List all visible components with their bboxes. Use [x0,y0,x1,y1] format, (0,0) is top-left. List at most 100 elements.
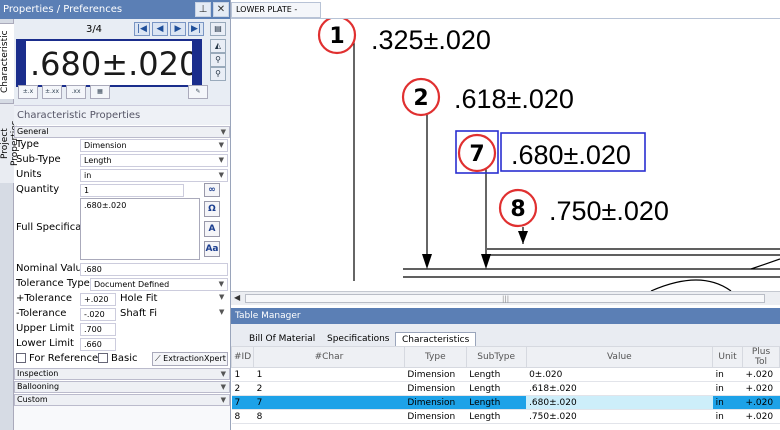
shaft-fit-label: Shaft Fi [120,308,158,319]
characteristic-display: .680±.020 [16,39,202,87]
nominal-label: Nominal Valu [16,263,82,274]
last-icon[interactable]: ▶| [188,22,204,36]
subtype-select[interactable]: Length ▼ [80,154,228,167]
cell-id: 7 [231,395,254,410]
quantity-field[interactable]: 1 [80,184,184,197]
section-custom[interactable]: Custom ▼ [14,394,230,406]
column-header-char[interactable]: #Char [253,346,405,368]
chevron-down-icon[interactable]: ▼ [219,293,224,301]
section-inspection[interactable]: Inspection ▼ [14,368,230,380]
cell-unit: in [712,409,743,424]
basic-label: Basic [111,353,138,364]
upper-limit-row: Upper Limit .700 [14,323,230,337]
close-icon[interactable]: ✕ [213,2,229,17]
balloon-7-number: 7 [469,142,484,167]
table-row-selected[interactable]: 7 7 Dimension Length .680±.020 in +.020 [231,395,780,410]
first-icon[interactable]: |◀ [134,22,150,36]
balloon-1[interactable]: 1 [317,19,357,55]
cell-unit: in [712,367,743,382]
upper-limit-field[interactable]: .700 [80,323,116,336]
column-header-plus-tol[interactable]: Plus Tol [742,346,780,368]
plus-tolerance-field[interactable]: +.020 [80,293,116,306]
table-row[interactable]: 8 8 Dimension Length .750±.020 in +.020 [231,409,780,424]
cell-unit: in [712,381,743,396]
cell-id: 2 [231,381,254,396]
minus-tolerance-label: -Tolerance [16,308,67,319]
plus-tolerance-row: +Tolerance +.020 Hole Fit ▼ [14,293,230,307]
horizontal-scrollbar[interactable]: ◀ ||| [231,291,780,305]
characteristic-navigator: 3/4 |◀ ◀ ▶ ▶| .680±.020 ▤ ◭ ⚲ ⚲ ±.x ±.xx… [14,19,230,105]
format-icon-3[interactable]: .xx [66,85,86,99]
units-select[interactable]: in ▼ [80,169,228,182]
balloon-8-number: 8 [510,197,525,222]
section-ballooning[interactable]: Ballooning ▼ [14,381,230,393]
plus-tolerance-label: +Tolerance [16,293,73,304]
units-value: in [84,171,92,180]
basic-checkbox[interactable]: Basic [98,353,137,364]
balloon-7[interactable]: 7 [457,133,497,173]
tab-characteristic[interactable]: Characteristic [0,23,14,99]
font-icon[interactable]: Aa [204,241,220,257]
chevron-down-icon[interactable]: ▼ [219,308,224,316]
tab-specifications[interactable]: Specifications [321,332,395,346]
document-tab[interactable]: LOWER PLATE - A2.PDF [231,2,321,28]
edit-icon[interactable]: ✎ [188,85,208,99]
column-header-unit[interactable]: Unit [712,346,744,368]
minus-tolerance-field[interactable]: -.020 [80,308,116,321]
column-header-type[interactable]: Type [403,346,467,368]
omega-icon[interactable]: Ω [204,201,220,217]
table-row[interactable]: 1 1 Dimension Length 0±.020 in +.020 [231,367,780,382]
cell-subtype: Length [466,381,527,396]
link-icon[interactable]: ∞ [204,183,220,197]
full-spec-textarea[interactable]: .680±.020 [80,198,200,260]
cell-subtype: Length [466,367,527,382]
characteristic-display-value: .680±.020 [30,45,200,83]
cell-value[interactable]: .680±.020 [526,395,713,410]
tolerance-type-row: Tolerance Type Document Defined ▼ [14,278,230,292]
drawing-viewer[interactable]: 1 .325±.020 2 .618±.020 7 .680±.020 8 .7… [231,19,780,291]
cell-subtype: Length [466,395,527,410]
tolerance-type-select[interactable]: Document Defined ▼ [90,278,228,291]
text-a-icon[interactable]: A [204,221,220,237]
zoom-icon[interactable]: ⚲ [210,53,226,67]
tool-icon-2[interactable]: ◭ [210,39,226,53]
table-manager-tabs: Bill Of Material Specifications Characte… [231,324,780,346]
column-header-id[interactable]: #ID [230,346,255,368]
dimension-text-2: .618±.020 [454,84,574,114]
nominal-field[interactable]: .680 [80,263,228,276]
column-header-value[interactable]: Value [525,346,714,368]
chevron-down-icon: ▼ [218,141,224,149]
wand-icon: ⟋ [155,354,161,363]
tab-bill-of-material[interactable]: Bill Of Material [243,332,321,346]
upper-limit-label: Upper Limit [16,323,75,334]
format-icon-2[interactable]: ±.xx [42,85,62,99]
previous-icon[interactable]: ◀ [152,22,168,36]
tool-icon-1[interactable]: ▤ [210,22,226,36]
scrollbar-grip: ||| [502,295,510,303]
type-row: Type Dimension ▼ [14,139,230,153]
for-reference-checkbox[interactable]: For Reference [16,353,98,364]
balloon-2-number: 2 [413,86,428,111]
chevron-down-icon: ▼ [220,370,226,378]
cell-char: 8 [253,409,405,424]
tab-characteristics[interactable]: Characteristics [395,332,477,346]
scroll-left-icon[interactable]: ◀ [234,293,240,302]
extractionxpert-button[interactable]: ⟋ ExtractionXpert [152,352,228,366]
balloon-8[interactable]: 8 [498,188,538,228]
column-header-subtype[interactable]: SubType [465,346,527,368]
table-row[interactable]: 2 2 Dimension Length .618±.020 in +.020 [231,381,780,396]
cell-type: Dimension [404,381,467,396]
type-select[interactable]: Dimension ▼ [80,139,228,152]
section-general[interactable]: General ▼ [14,126,230,138]
next-icon[interactable]: ▶ [170,22,186,36]
scrollbar-thumb[interactable]: ||| [245,294,765,303]
format-icon-4[interactable]: ▦ [90,85,110,99]
section-custom-label: Custom [17,395,48,404]
magnify-icon[interactable]: ⚲ [210,67,226,81]
balloon-2[interactable]: 2 [401,77,441,117]
cell-type: Dimension [404,395,467,410]
tab-project-properties[interactable]: Project Properties [0,103,20,183]
pin-icon[interactable]: ⊥ [195,2,211,17]
format-icon-1[interactable]: ±.x [18,85,38,99]
lower-limit-field[interactable]: .660 [80,338,116,351]
